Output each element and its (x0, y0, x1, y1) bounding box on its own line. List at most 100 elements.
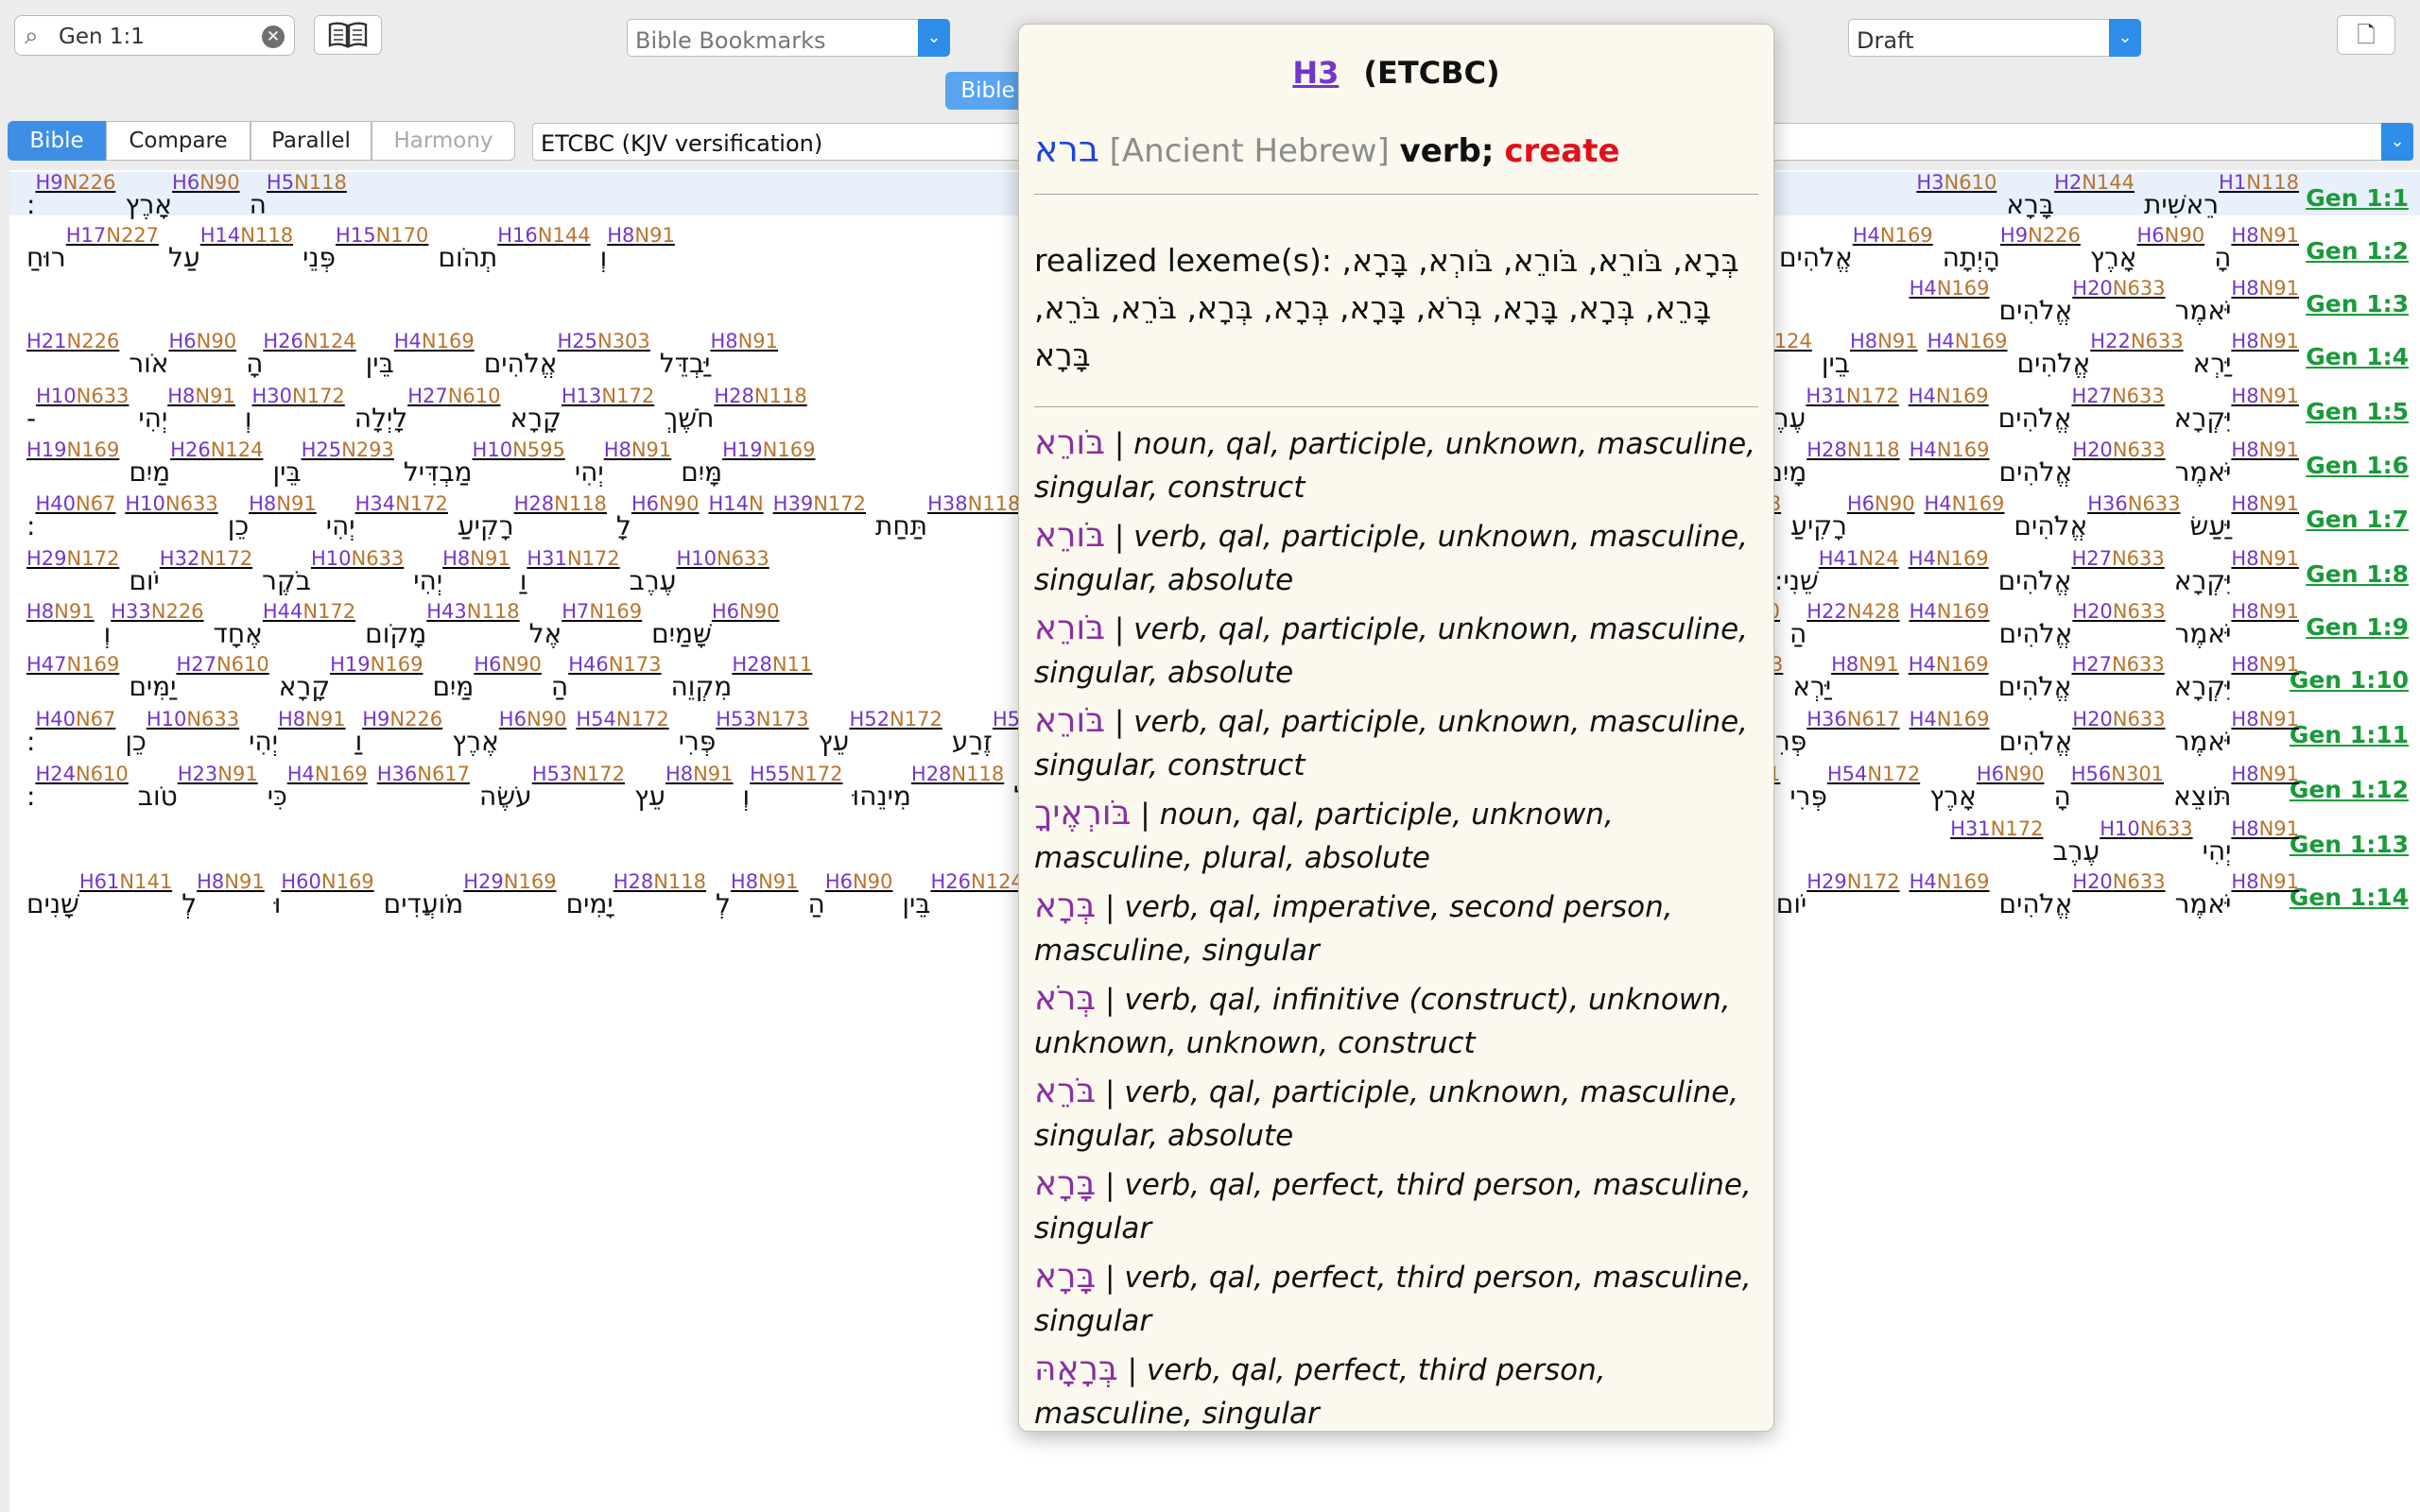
hebrew-word[interactable]: אֹור (129, 348, 168, 379)
strong-tag[interactable]: H36N617 (377, 764, 470, 784)
tagged-word[interactable]: יִּקְרָאH8N91 (2174, 548, 2299, 596)
tagged-word[interactable]: :H24N610 (26, 764, 129, 812)
hebrew-word[interactable]: חֹשֶׁךְ (664, 403, 714, 434)
strong-tag[interactable]: H4N169 (1910, 709, 1990, 730)
hebrew-word[interactable]: פְּנֵי (302, 242, 336, 273)
strong-tag[interactable]: H41N24 (1819, 548, 1899, 569)
hebrew-word[interactable]: מִינֵהוּ (852, 781, 910, 812)
tagged-word[interactable]: H4N169 (1910, 871, 1990, 892)
hebrew-word[interactable]: לָיְלָה (354, 403, 407, 434)
tagged-word[interactable]: H4N169 (1909, 654, 1989, 675)
strong-tag[interactable]: H22N428 (1806, 601, 1899, 622)
tagged-word[interactable]: מָיִםH28N118 (1765, 439, 1899, 488)
verse-reference-link[interactable]: Gen 1:10 (2290, 666, 2409, 694)
tagged-word[interactable]: שָּׁמַיִםH6N90 (651, 601, 779, 649)
hebrew-word[interactable]: מֹועֲדִים (384, 888, 464, 919)
tagged-word[interactable]: וַH9N226 (355, 709, 443, 757)
hebrew-word[interactable]: הָ (246, 348, 263, 379)
hebrew-word[interactable]: יְהִי (138, 403, 167, 434)
hebrew-word[interactable]: מַּיִם (432, 671, 474, 702)
tagged-word[interactable]: רָקִיעַH6N90 (1790, 493, 1914, 541)
strong-tag[interactable]: H31N172 (1950, 818, 2043, 839)
strong-tag[interactable]: H6N90 (168, 331, 236, 352)
strong-number-link[interactable]: H3 (1292, 55, 1339, 91)
strong-tag[interactable]: H8N91 (2231, 386, 2299, 406)
strong-tag[interactable]: H30N172 (251, 386, 344, 406)
strong-tag[interactable]: H4N169 (1853, 225, 1933, 246)
strong-tag[interactable]: H10N633 (147, 709, 239, 730)
tagged-word[interactable]: יָמִיםH28N118 (566, 871, 706, 919)
strong-tag[interactable]: H8N91 (2231, 225, 2299, 246)
strong-tag[interactable]: H27N633 (2071, 548, 2164, 569)
hebrew-word[interactable]: אֱלֹהִים (1999, 618, 2073, 649)
strong-tag[interactable]: H2N144 (2054, 172, 2135, 193)
strong-tag[interactable]: H5N118 (267, 172, 347, 193)
tab-harmony[interactable]: Harmony (372, 121, 515, 161)
hebrew-word[interactable]: בָּרָא (2006, 189, 2054, 220)
tagged-word[interactable]: אֱלֹהִיםH20N633 (1999, 439, 2166, 488)
hebrew-word[interactable]: יִּקְרָא (2174, 565, 2232, 596)
hebrew-word[interactable]: טֹוב (138, 781, 178, 812)
tagged-word[interactable]: לְH8N91 (182, 871, 265, 919)
tagged-word[interactable]: מִקְוֵהH28N11 (671, 654, 813, 702)
hebrew-word[interactable]: יַּעַשׂ (2190, 510, 2232, 541)
strong-tag[interactable]: H8N91 (2231, 764, 2299, 784)
book-icon[interactable] (314, 15, 382, 55)
strong-tag[interactable]: H8N91 (2231, 871, 2299, 892)
hebrew-word[interactable]: רָקִיעַ (458, 510, 514, 541)
hebrew-word[interactable]: יַּרְא (1792, 671, 1831, 702)
tagged-word[interactable]: אֱלֹהִיםH20N633 (1999, 601, 2166, 649)
hebrew-word[interactable]: אֶל (529, 618, 562, 649)
strong-tag[interactable]: H6N90 (474, 654, 542, 675)
hebrew-word[interactable]: יֹום (1776, 888, 1806, 919)
strong-tag[interactable]: H8N91 (2231, 818, 2299, 839)
strong-tag[interactable]: H54N172 (1827, 764, 1920, 784)
strong-tag[interactable]: H38N118 (927, 493, 1020, 514)
hebrew-word[interactable]: אָרֶץ (125, 189, 172, 220)
strong-tag[interactable]: H4N169 (1924, 493, 2004, 514)
tagged-word[interactable]: יְהִיH8N91 (575, 439, 671, 488)
hebrew-word[interactable]: הָיְתָה (1943, 242, 2000, 273)
tagged-word[interactable]: מַיִםH26N124 (129, 439, 263, 488)
hebrew-word[interactable]: אָרֶץ (1929, 781, 1977, 812)
strong-tag[interactable]: H13N172 (562, 386, 654, 406)
strong-tag[interactable]: H7N169 (562, 601, 642, 622)
hebrew-word[interactable]: תְהֹום (438, 242, 497, 273)
chevron-down-icon[interactable]: ⌄ (918, 19, 950, 57)
verse-reference-link[interactable]: Gen 1:3 (2306, 290, 2409, 318)
tagged-word[interactable]: אֱלֹהִיםH20N633 (1999, 871, 2166, 919)
tagged-word[interactable]: יֹוםH29N172 (1776, 871, 1900, 919)
strong-tag[interactable]: H8N91 (442, 548, 510, 569)
strong-tag[interactable]: H4N169 (1909, 654, 1989, 675)
tagged-word[interactable]: יַּרְאH8N91 (1792, 654, 1898, 702)
hebrew-word[interactable]: אֱלֹהִים (1999, 456, 2073, 488)
tagged-word[interactable]: H4N169 (1910, 709, 1990, 730)
tagged-word[interactable]: אֶלH7N169 (529, 601, 643, 649)
strong-tag[interactable]: H28N118 (714, 386, 806, 406)
tab-parallel[interactable]: Parallel (251, 121, 372, 161)
hebrew-word[interactable]: יְהִי (413, 565, 442, 596)
hebrew-word[interactable]: קָרָא (510, 403, 562, 434)
strong-tag[interactable]: H4N169 (1910, 278, 1990, 299)
tagged-word[interactable]: הָH26N124 (246, 331, 356, 379)
strong-tag[interactable]: H20N633 (2072, 601, 2165, 622)
strong-tag[interactable]: H19N169 (330, 654, 423, 675)
tagged-word[interactable]: בֵּיןH4N169 (366, 331, 475, 379)
strong-tag[interactable]: H32N172 (160, 548, 252, 569)
hebrew-word[interactable]: הָ (2053, 781, 2070, 812)
tagged-word[interactable]: יְהִיH8N91 (413, 548, 510, 596)
tagged-word[interactable]: H31N172 (1950, 818, 2043, 839)
strong-tag[interactable]: H56N301 (2071, 764, 2164, 784)
strong-tag[interactable]: H28N11 (732, 654, 812, 675)
hebrew-word[interactable]: בֵּין (366, 348, 394, 379)
strong-tag[interactable]: H8N91 (197, 871, 265, 892)
hebrew-word[interactable]: וַ (520, 565, 527, 596)
tagged-word[interactable]: יִּקְרָאH8N91 (2174, 386, 2299, 434)
verse-reference-link[interactable]: Gen 1:1 (2306, 184, 2409, 212)
hebrew-word[interactable]: יְהִי (249, 726, 278, 757)
strong-tag[interactable]: H8N91 (2231, 709, 2299, 730)
hebrew-word[interactable]: ה (250, 189, 267, 220)
hebrew-word[interactable]: לְ (716, 888, 731, 919)
strong-tag[interactable]: H46N173 (568, 654, 661, 675)
tagged-word[interactable]: אֶרֶץH6N90 (452, 709, 566, 757)
